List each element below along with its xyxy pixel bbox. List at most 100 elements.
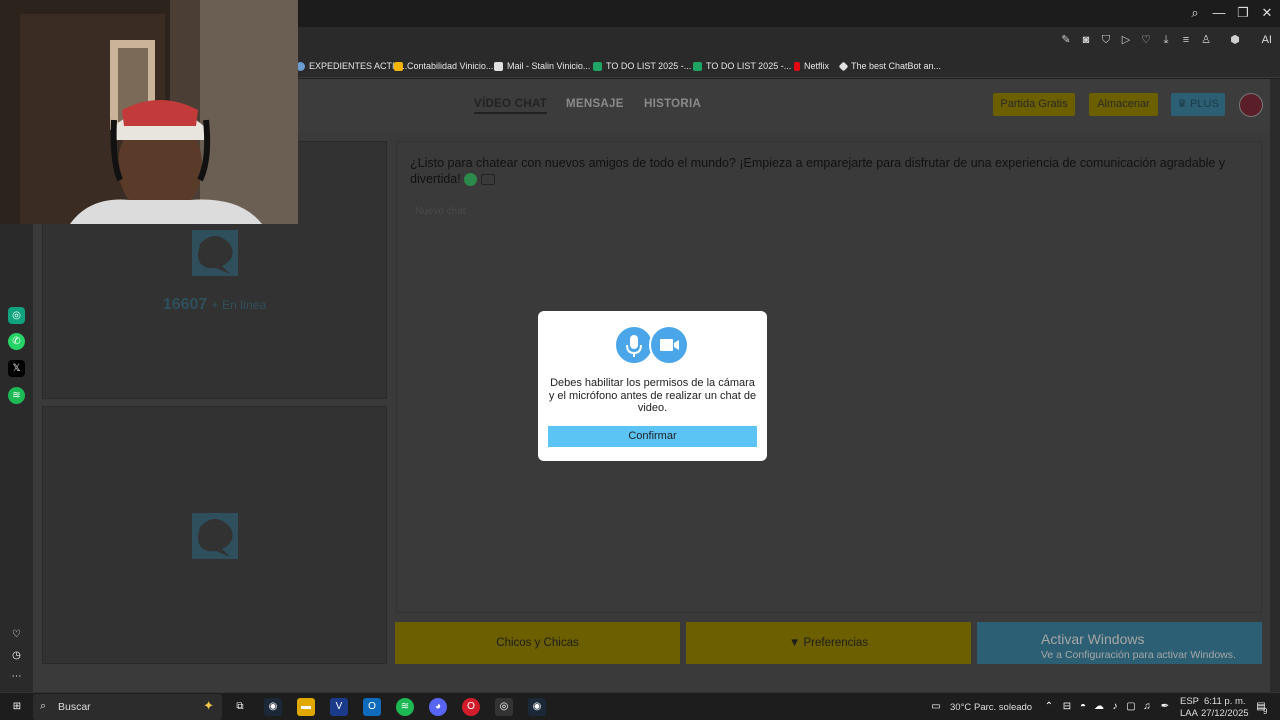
avatar[interactable]: [1239, 93, 1263, 117]
chat-bubble-icon: …: [480, 174, 495, 186]
bookmark-item[interactable]: Mail - Stalin Vinicio...: [494, 59, 590, 73]
document-icon: [494, 61, 503, 71]
partida-gratis-button[interactable]: Partida Gratis: [993, 93, 1075, 116]
taskbar-search[interactable]: ⌕ Buscar ✦: [33, 694, 222, 720]
webcam-overlay: [0, 0, 298, 224]
chevron-up-icon[interactable]: ⌃: [1040, 698, 1058, 716]
clock-date[interactable]: 27/12/2025: [1201, 708, 1249, 719]
menu-icon[interactable]: ≡: [1178, 32, 1194, 48]
activation-watermark: Activar Windows Ve a Configuración para …: [1041, 631, 1236, 661]
sheets-icon: [693, 61, 702, 71]
clock-time[interactable]: 6:11 p. m.: [1204, 696, 1246, 707]
more-icon[interactable]: ⋯: [8, 668, 25, 685]
watermark-title: Activar Windows: [1041, 631, 1145, 647]
search-icon[interactable]: ⌕: [1184, 4, 1206, 22]
weather-icon[interactable]: ▭: [928, 698, 944, 716]
bookmark-item[interactable]: TO DO LIST 2025 -...: [693, 59, 791, 73]
bookmark-item[interactable]: EXPEDIENTES ACTIV...: [296, 59, 407, 73]
bookmark-item[interactable]: The best ChatBot an...: [838, 59, 941, 73]
search-icon: ⌕: [40, 700, 47, 712]
history-icon[interactable]: ◷: [8, 647, 25, 664]
preferences-label: Preferencias: [803, 637, 869, 649]
steam-icon[interactable]: ◉: [528, 698, 546, 716]
globe-icon: [464, 173, 478, 187]
whatsapp-icon[interactable]: ✆: [8, 333, 25, 350]
search-label: Buscar: [58, 701, 91, 713]
permission-message: Debes habilitar los permisos de la cámar…: [548, 377, 757, 414]
pen-icon[interactable]: ✒: [1156, 698, 1174, 716]
tab-mensaje[interactable]: MENSAJE: [566, 98, 624, 110]
bookmark-item[interactable]: TO DO LIST 2025 -...: [593, 59, 691, 73]
netflix-icon: [794, 61, 800, 71]
steam-icon[interactable]: ◉: [264, 698, 282, 716]
chat-area: ¿Listo para chatear con nuevos amigos de…: [396, 141, 1262, 613]
logo-icon: [192, 230, 238, 276]
site-header: VÍDEO CHAT MENSAJE HISTORIA Partida Grat…: [299, 79, 1270, 131]
webcam-feed-image: [0, 0, 298, 224]
microphone-icon: [614, 325, 654, 365]
chatgpt-icon[interactable]: ◎: [8, 307, 25, 324]
profile-icon[interactable]: ♙: [1198, 32, 1214, 48]
gender-filter-button[interactable]: Chicos y Chicas: [395, 622, 680, 664]
opera-icon[interactable]: O: [462, 698, 480, 716]
ai-label: AI: [1261, 34, 1272, 46]
steam-icon[interactable]: ◎: [495, 698, 513, 716]
copilot-sparkle-icon: ✦: [203, 698, 214, 713]
online-count: 16607: [162, 296, 208, 313]
shield-icon[interactable]: ⛉: [1098, 32, 1114, 48]
watermark-subtitle: Ve a Configuración para activar Windows.: [1041, 649, 1236, 661]
heart-icon[interactable]: ♡: [1138, 32, 1154, 48]
chatbot-icon: [838, 61, 849, 71]
ai-button[interactable]: AI: [1258, 31, 1276, 50]
bookmark-item[interactable]: Netflix: [794, 59, 829, 73]
confirm-button[interactable]: Confirmar: [548, 426, 757, 447]
logo-icon: [192, 513, 238, 559]
drive-icon: [394, 61, 403, 71]
heart-icon[interactable]: ♡: [8, 626, 25, 643]
browser-sidebar: ◎ ✆ 𝕏 ≋ ♡ ◷ ⋯: [0, 224, 33, 692]
plus-label: PLUS: [1190, 98, 1219, 110]
sheets-icon: [593, 61, 602, 71]
chat-hint: Nuevo chat: [415, 206, 466, 217]
extensions-icon[interactable]: ⬢: [1227, 32, 1243, 48]
weather-description: Parc. soleado: [974, 702, 1033, 713]
plus-button[interactable]: ♛ PLUS: [1171, 93, 1225, 116]
close-button[interactable]: ✕: [1256, 4, 1278, 22]
welcome-message: ¿Listo para chatear con nuevos amigos de…: [410, 155, 1255, 187]
online-counter: 16607 + En línea: [43, 296, 386, 314]
windows-start-icon[interactable]: ⊞: [8, 698, 26, 716]
keyboard-layout[interactable]: LAA: [1180, 708, 1198, 719]
online-label: + En línea: [211, 298, 267, 312]
play-icon[interactable]: ▷: [1118, 32, 1134, 48]
spotify-icon[interactable]: ≋: [396, 698, 414, 716]
tab-historia[interactable]: HISTORIA: [644, 98, 701, 110]
crown-icon: ♛: [1177, 98, 1188, 110]
language-code[interactable]: ESP: [1180, 696, 1199, 707]
filter-icon: ▼: [788, 637, 801, 649]
task-view-icon[interactable]: ⧉: [231, 698, 249, 716]
camera-icon[interactable]: ◙: [1078, 32, 1094, 48]
restore-button[interactable]: ❐: [1232, 4, 1254, 22]
edit-icon[interactable]: ✎: [1058, 32, 1074, 48]
bookmark-item[interactable]: Contabilidad Vinicio...: [394, 59, 493, 73]
download-icon[interactable]: ⤓: [1158, 32, 1174, 48]
welcome-text: ¿Listo para chatear con nuevos amigos de…: [410, 156, 1226, 186]
video-camera-icon: [649, 325, 689, 365]
outlook-icon[interactable]: O: [363, 698, 381, 716]
file-explorer-icon[interactable]: ▬: [297, 698, 315, 716]
taskbar: ⊞ ⌕ Buscar ✦ ⧉ ◉ ▬ V O ≋ ◕ O ◎ ◉ ▭ 30°C …: [0, 692, 1280, 720]
notification-count: 9: [1263, 707, 1268, 716]
minimize-button[interactable]: —: [1208, 4, 1230, 22]
permission-dialog: Debes habilitar los permisos de la cámar…: [538, 311, 767, 461]
local-video-pane: [42, 406, 387, 664]
weather-temperature: 30°C: [950, 702, 972, 713]
preferences-button[interactable]: ▼ Preferencias: [686, 622, 971, 664]
tab-video-chat[interactable]: VÍDEO CHAT: [474, 98, 548, 114]
almacenar-button[interactable]: Almacenar: [1089, 93, 1158, 116]
page-scrollbar[interactable]: [1270, 79, 1280, 692]
x-icon[interactable]: 𝕏: [8, 360, 25, 377]
vpn-icon[interactable]: V: [330, 698, 348, 716]
volume-icon[interactable]: ♫: [1138, 698, 1156, 716]
spotify-icon[interactable]: ≋: [8, 387, 25, 404]
discord-icon[interactable]: ◕: [429, 698, 447, 716]
